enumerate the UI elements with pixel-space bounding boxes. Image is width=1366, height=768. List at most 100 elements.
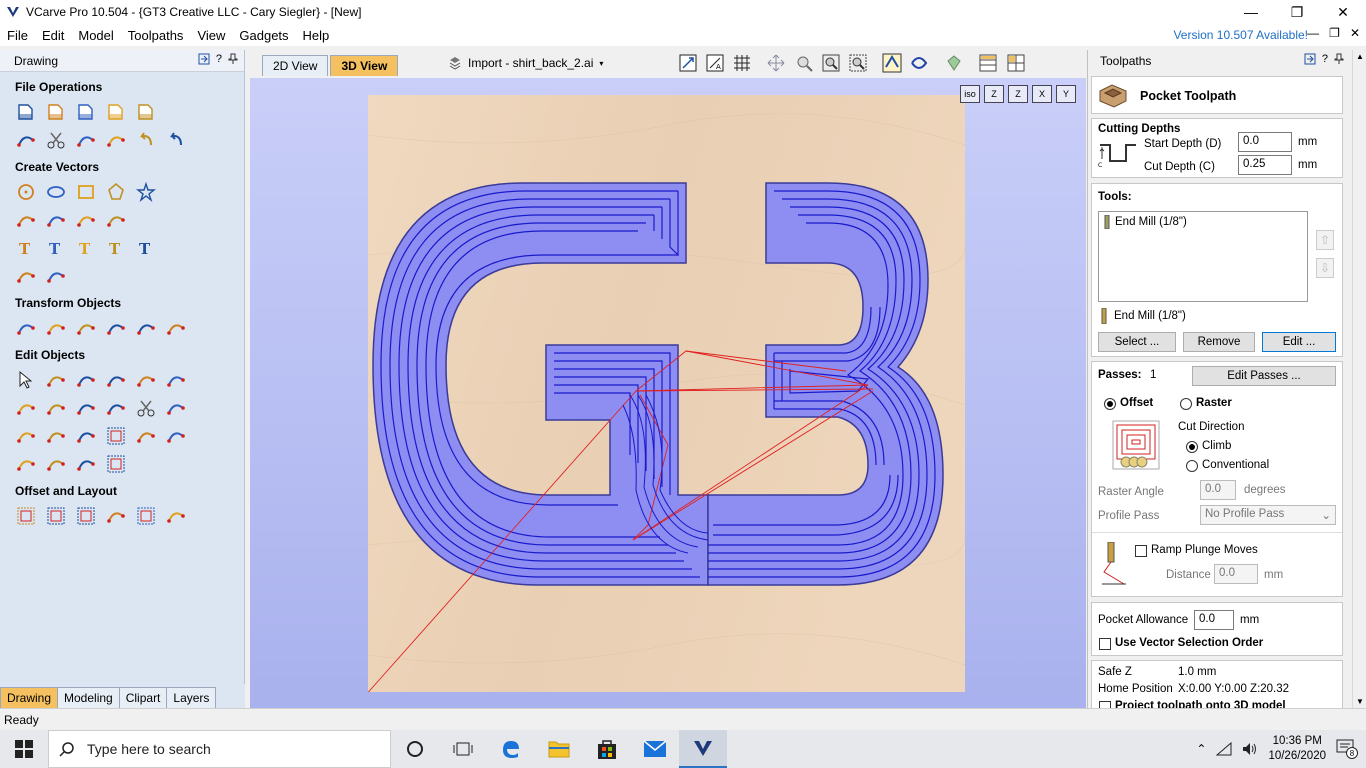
text-icon[interactable]: T	[16, 238, 36, 258]
edge-button[interactable]	[487, 730, 535, 768]
tab-clipart[interactable]: Clipart	[118, 687, 168, 708]
pin-icon[interactable]	[198, 53, 210, 65]
version-available-link[interactable]: Version 10.507 Available!	[1173, 28, 1308, 42]
polygon-icon[interactable]	[106, 182, 126, 202]
intersect-icon[interactable]	[46, 398, 66, 418]
redo-icon[interactable]	[166, 130, 186, 150]
menu-help[interactable]: Help	[296, 28, 337, 43]
raster-angle-input[interactable]: 0.0	[1200, 480, 1236, 500]
scissors-icon[interactable]	[136, 398, 156, 418]
toolpath-preview-icon[interactable]	[882, 53, 902, 73]
curve-icon[interactable]	[76, 210, 96, 230]
ramp-plunge-checkbox[interactable]	[1135, 545, 1147, 557]
node-add-icon[interactable]	[76, 370, 96, 390]
simulate-icon[interactable]	[909, 53, 929, 73]
tab-modeling[interactable]: Modeling	[57, 687, 120, 708]
start-button[interactable]	[0, 730, 48, 768]
text-on-curve-icon[interactable]: T	[76, 238, 96, 258]
tab-2d-view[interactable]: 2D View	[262, 55, 329, 76]
circle-icon[interactable]	[16, 182, 36, 202]
align-icon[interactable]	[76, 318, 96, 338]
nesting-icon[interactable]	[136, 506, 156, 526]
start-depth-input[interactable]: 0.0	[1238, 132, 1292, 152]
distort-icon[interactable]	[136, 318, 156, 338]
tab-drawing[interactable]: Drawing	[0, 687, 59, 708]
zoom-selection-icon[interactable]	[848, 53, 868, 73]
join-icon[interactable]	[16, 426, 36, 446]
weld-icon[interactable]	[136, 370, 156, 390]
move-icon[interactable]	[16, 318, 36, 338]
move-up-button[interactable]: ⇧	[1316, 230, 1334, 250]
edit-passes-button[interactable]: Edit Passes ...	[1192, 366, 1336, 386]
pin-icon[interactable]	[1304, 53, 1316, 65]
toolpaths-scrollbar[interactable]: ▲ ▼	[1352, 50, 1366, 708]
task-view-button[interactable]	[439, 730, 487, 768]
tool-list[interactable]: End Mill (1/8")	[1098, 211, 1308, 302]
z-top-view-button[interactable]: Z	[984, 85, 1004, 103]
menu-model[interactable]: Model	[71, 28, 120, 43]
import-dropdown[interactable]: Import - shirt_back_2.ai ▾	[448, 56, 603, 70]
center-icon[interactable]	[166, 318, 186, 338]
mdi-restore-button[interactable]: ❐	[1329, 26, 1340, 40]
open-file-icon[interactable]	[46, 102, 66, 122]
menu-toolpaths[interactable]: Toolpaths	[121, 28, 191, 43]
measure-tool-icon[interactable]	[166, 370, 186, 390]
polyline-icon[interactable]	[16, 210, 36, 230]
array-copy-icon[interactable]	[46, 506, 66, 526]
close-button[interactable]: ✕	[1320, 0, 1366, 24]
fillet-icon[interactable]	[106, 398, 126, 418]
fit-view-icon[interactable]	[16, 130, 36, 150]
curve-fit-icon[interactable]	[76, 454, 96, 474]
select-tool-button[interactable]: Select ...	[1098, 332, 1176, 352]
text-frame-icon[interactable]: T	[46, 238, 66, 258]
zoom-fit-icon[interactable]	[678, 53, 698, 73]
help-icon[interactable]: ?	[216, 53, 222, 65]
mirror-icon[interactable]	[106, 318, 126, 338]
star-icon[interactable]	[136, 182, 156, 202]
3d-viewport[interactable]: iso Z Z X Y	[250, 78, 1086, 708]
y-view-button[interactable]: Y	[1056, 85, 1076, 103]
dimension-icon[interactable]	[16, 266, 36, 286]
z-bottom-view-button[interactable]: Z	[1008, 85, 1028, 103]
taskbar-search[interactable]: Type here to search	[48, 730, 391, 768]
layout-single-icon[interactable]	[978, 53, 998, 73]
ramp-distance-input[interactable]: 0.0	[1214, 564, 1258, 584]
close-vector-icon[interactable]	[46, 426, 66, 446]
extend-icon[interactable]	[76, 426, 96, 446]
offset-curve-icon[interactable]	[106, 426, 126, 446]
interactive-trim-icon[interactable]	[106, 370, 126, 390]
rectangle-icon[interactable]	[76, 182, 96, 202]
profile-pass-select[interactable]: No Profile Pass ⌄	[1200, 505, 1336, 525]
notification-center-button[interactable]: 8	[1336, 738, 1358, 760]
menu-file[interactable]: File	[0, 28, 35, 43]
tab-layers[interactable]: Layers	[166, 687, 217, 708]
offset-icon[interactable]	[16, 506, 36, 526]
undo-icon[interactable]	[136, 130, 156, 150]
subtract-icon[interactable]	[16, 398, 36, 418]
auto-layout-text-icon[interactable]: T	[106, 238, 126, 258]
copy-icon[interactable]	[76, 130, 96, 150]
render-icon[interactable]	[944, 53, 964, 73]
pan-icon[interactable]	[766, 53, 786, 73]
paste-icon[interactable]	[106, 130, 126, 150]
edit-tool-button[interactable]: Edit ...	[1262, 332, 1336, 352]
move-down-button[interactable]: ⇩	[1316, 258, 1334, 278]
scroll-up-icon[interactable]: ▲	[1356, 52, 1364, 61]
step-repeat-icon[interactable]	[106, 506, 126, 526]
new-file-icon[interactable]	[16, 102, 36, 122]
vcarve-taskbar-button[interactable]	[679, 730, 727, 768]
image-trace-icon[interactable]	[166, 426, 186, 446]
tool-list-item[interactable]: End Mill (1/8")	[1103, 215, 1187, 229]
tab-3d-view[interactable]: 3D View	[330, 55, 399, 76]
network-icon[interactable]	[1216, 742, 1232, 756]
help-icon[interactable]: ?	[1322, 53, 1328, 65]
mail-button[interactable]	[631, 730, 679, 768]
spiral-icon[interactable]	[106, 210, 126, 230]
pushpin-icon[interactable]	[1334, 53, 1344, 65]
raster-radio[interactable]	[1180, 398, 1192, 410]
layout-split-icon[interactable]	[1006, 53, 1026, 73]
ungroup-icon[interactable]	[76, 398, 96, 418]
mdi-close-button[interactable]: ✕	[1350, 26, 1360, 40]
offset-radio[interactable]	[1104, 398, 1116, 410]
store-button[interactable]	[583, 730, 631, 768]
